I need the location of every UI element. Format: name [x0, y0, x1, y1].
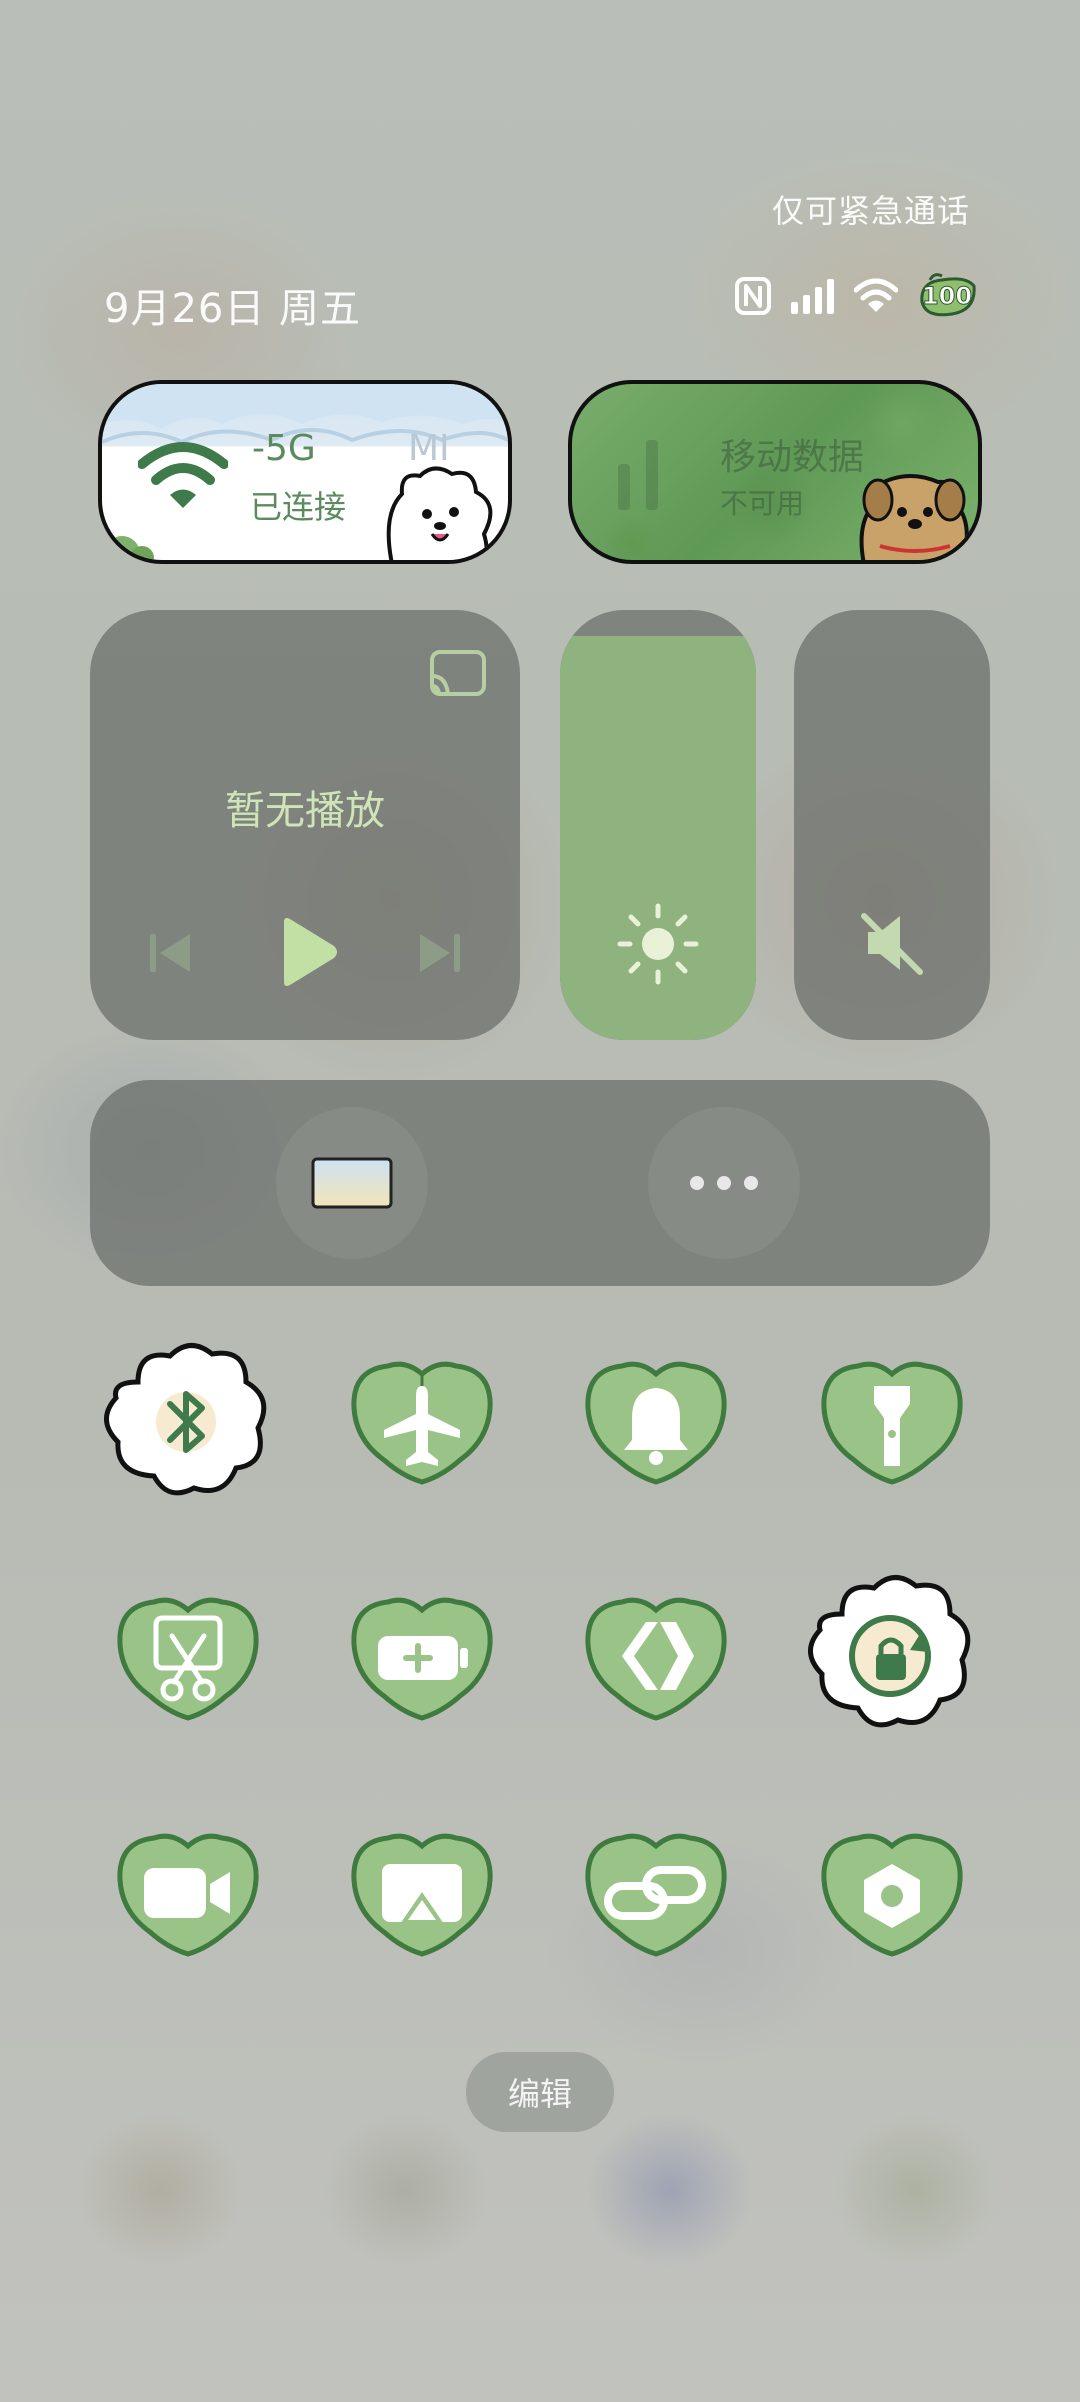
battery-saver-toggle[interactable] — [348, 1592, 496, 1722]
emergency-call-text: 仅可紧急通话 — [772, 192, 971, 230]
dog-sticker — [859, 474, 969, 560]
screen-cast-toggle[interactable] — [348, 1828, 496, 1958]
nearby-share-toggle[interactable] — [582, 1592, 730, 1722]
bluetooth-toggle[interactable] — [98, 1342, 276, 1502]
shortcut-bar — [90, 1080, 990, 1286]
brightness-slider[interactable] — [560, 610, 756, 1040]
nfc-icon — [735, 277, 771, 315]
wifi-status: 已连接 — [250, 488, 347, 526]
mobile-data-icon — [618, 440, 658, 510]
flashlight-toggle[interactable] — [818, 1356, 966, 1486]
more-button[interactable] — [648, 1107, 800, 1259]
battery-plus-icon — [378, 1636, 468, 1680]
mobile-data-tile[interactable]: 移动数据 不可用 — [568, 380, 982, 564]
battery-icon: 100 — [916, 272, 978, 320]
mobile-data-status: 不可用 — [720, 487, 805, 520]
rotation-lock-toggle[interactable] — [802, 1574, 980, 1738]
bush-decoration — [104, 536, 154, 560]
airplane-toggle[interactable] — [348, 1356, 496, 1486]
previous-icon[interactable] — [146, 928, 196, 978]
cast-icon[interactable] — [428, 648, 488, 700]
wifi-icon — [138, 442, 228, 508]
media-title: 暂无播放 — [225, 788, 385, 834]
sun-icon — [617, 903, 699, 985]
media-player-panel[interactable]: 暂无播放 — [90, 610, 520, 1040]
link-toggle[interactable] — [582, 1828, 730, 1958]
volume-slider[interactable] — [794, 610, 990, 1040]
edit-button[interactable]: 编辑 — [466, 2052, 614, 2132]
bear-sticker — [386, 466, 493, 560]
status-icons: 100 — [734, 272, 978, 320]
mute-icon — [861, 913, 923, 975]
wallpaper-icon — [311, 1157, 393, 1209]
screen-record-toggle[interactable] — [114, 1828, 262, 1958]
screen-cast-icon — [382, 1864, 462, 1924]
play-icon[interactable] — [276, 916, 340, 988]
wallpaper-button[interactable] — [276, 1107, 428, 1259]
rotation-lock-icon — [849, 1615, 931, 1697]
ring-toggle[interactable] — [582, 1356, 730, 1486]
wifi-network-name: -5G — [252, 428, 316, 469]
next-icon[interactable] — [414, 928, 464, 978]
signal-icon — [791, 279, 834, 314]
more-icon — [690, 1176, 758, 1190]
wifi-icon — [854, 278, 898, 312]
battery-level: 100 — [921, 282, 973, 311]
settings-toggle[interactable] — [818, 1828, 966, 1958]
mobile-data-title: 移动数据 — [720, 437, 865, 478]
date-label: 9月26日 周五 — [104, 286, 362, 332]
wifi-tile[interactable]: -5G MI 已连接 — [98, 380, 512, 564]
screenshot-toggle[interactable] — [114, 1592, 262, 1722]
